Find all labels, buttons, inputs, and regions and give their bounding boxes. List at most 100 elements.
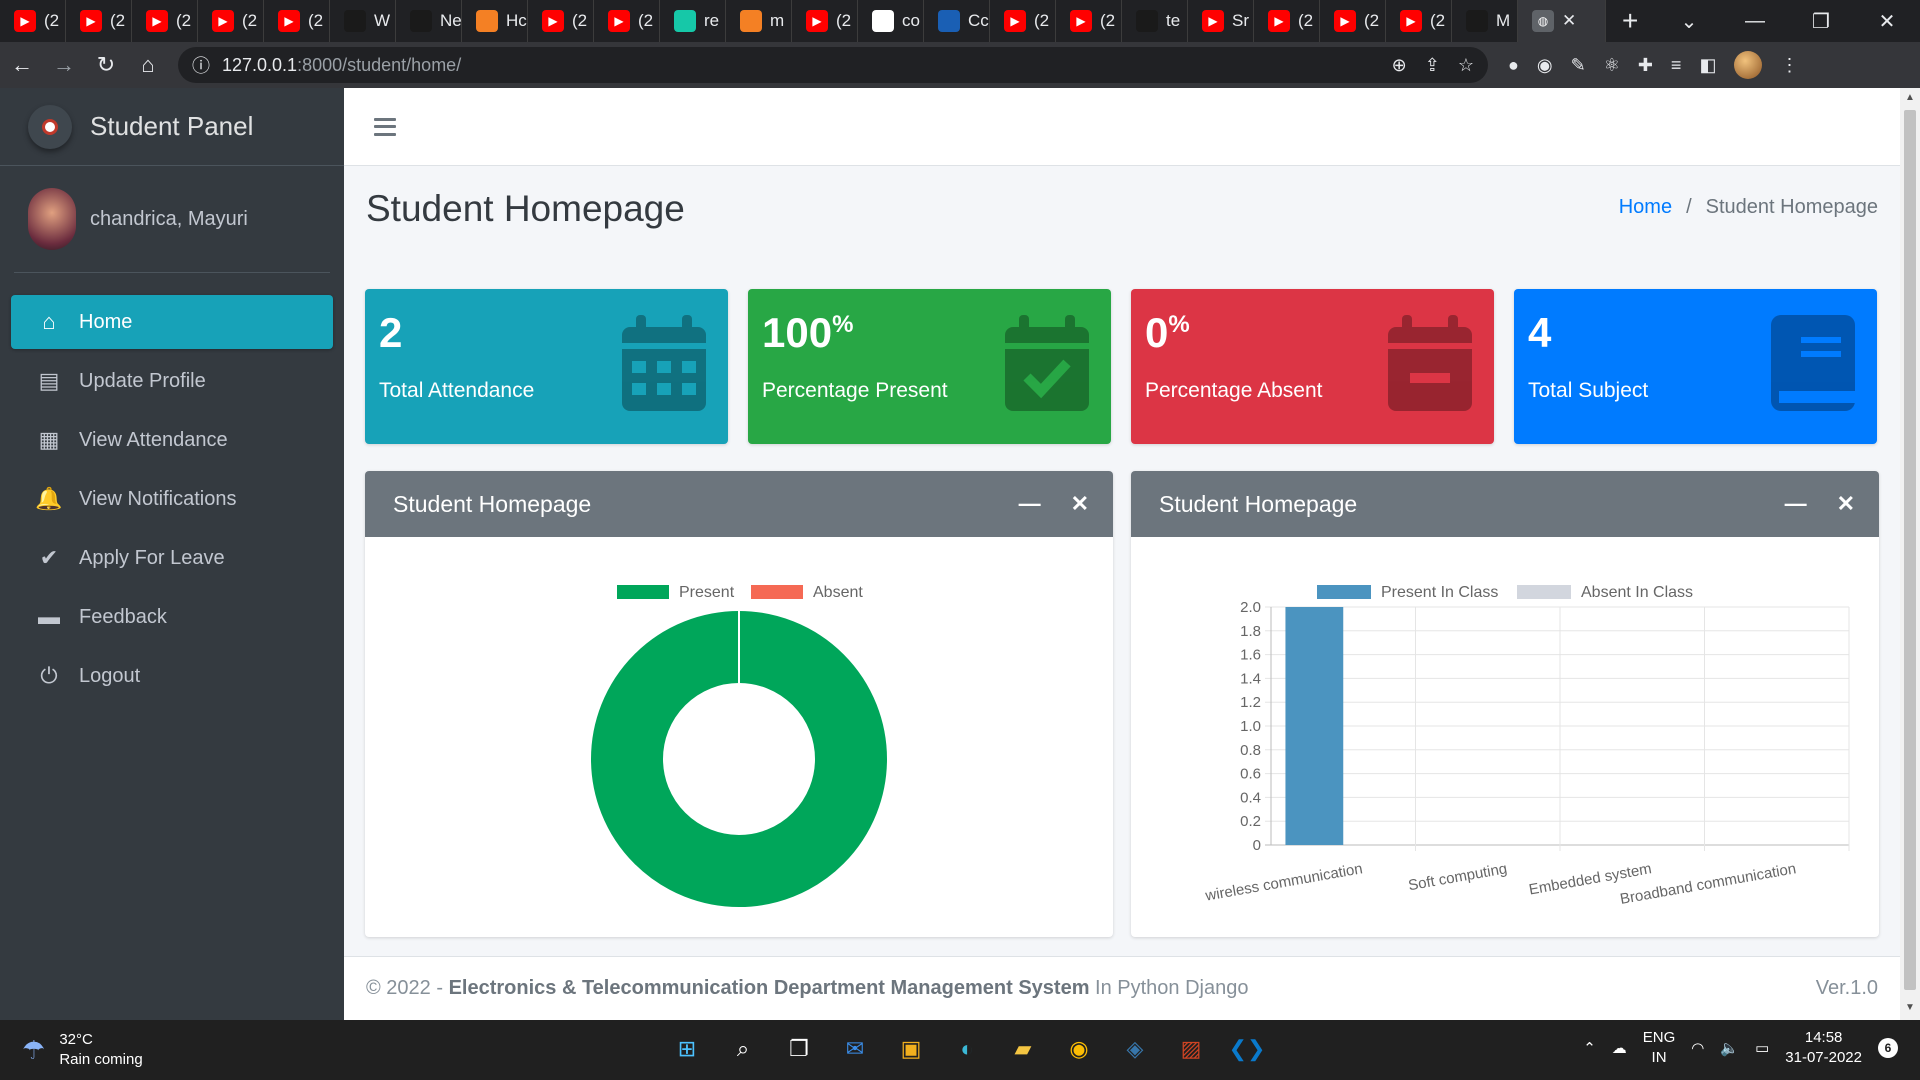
user-name[interactable]: chandrica, Mayuri <box>90 208 248 231</box>
main-content: Student Homepage Home / Student Homepage… <box>344 88 1900 1020</box>
browser-tab[interactable]: Cc <box>924 0 990 42</box>
browser-tab[interactable]: ▶ (2 <box>528 0 594 42</box>
browser-tab[interactable]: ▶ (2 <box>198 0 264 42</box>
minimize-window-button[interactable]: — <box>1722 0 1788 42</box>
browser-tab[interactable]: Hc <box>462 0 528 42</box>
file-explorer-icon[interactable]: ▰ <box>1002 1028 1044 1070</box>
browser-tab[interactable]: ▶ (2 <box>0 0 66 42</box>
y-tick-label: 1.0 <box>1240 718 1261 735</box>
browser-tab[interactable]: ▶ (2 <box>132 0 198 42</box>
close-window-button[interactable]: ✕ <box>1854 0 1920 42</box>
youtube-icon: ▶ <box>80 10 102 32</box>
browser-tab[interactable]: Ne <box>396 0 462 42</box>
browser-tab[interactable]: ▶ (2 <box>1386 0 1452 42</box>
zoom-icon[interactable]: ⊕ <box>1392 55 1407 76</box>
extensions-puzzle-icon[interactable]: ✚ <box>1638 55 1653 76</box>
side-panel-icon[interactable]: ◧ <box>1699 55 1716 76</box>
vscode-icon[interactable]: ❮❯ <box>1226 1028 1268 1070</box>
legend-label: Present <box>679 584 735 601</box>
browser-tab[interactable]: M <box>1452 0 1518 42</box>
tab-label: (2 <box>1034 11 1050 30</box>
media-control-icon[interactable]: ≡ <box>1671 55 1682 76</box>
address-bar[interactable]: ⓘ 127.0.0.1:8000/student/home/ ⊕ ⇪ ☆ <box>178 47 1488 83</box>
restore-window-button[interactable]: ❐ <box>1788 0 1854 42</box>
browser-tab[interactable]: ▶ (2 <box>990 0 1056 42</box>
store-icon[interactable]: ▣ <box>890 1028 932 1070</box>
close-icon[interactable]: ✕ <box>1071 491 1089 517</box>
minimize-icon[interactable]: — <box>1019 491 1041 517</box>
extension-icon[interactable]: ⚛ <box>1604 55 1620 76</box>
calendar-minus-icon <box>1388 315 1472 411</box>
edge-icon[interactable]: ◐ <box>946 1028 988 1070</box>
task-view-icon[interactable]: ❐ <box>778 1028 820 1070</box>
breadcrumb-home-link[interactable]: Home <box>1619 196 1672 219</box>
browser-tab[interactable]: ▶ (2 <box>792 0 858 42</box>
scroll-up-icon[interactable]: ▲ <box>1905 92 1915 103</box>
forward-button[interactable]: → <box>44 45 84 85</box>
weather-widget[interactable]: ☂ 32°C Rain coming <box>22 1030 143 1070</box>
extension-icon[interactable]: ◉ <box>1537 55 1553 76</box>
profile-avatar[interactable] <box>1734 51 1763 79</box>
legend-swatch <box>751 585 803 599</box>
browser-tab[interactable]: te <box>1122 0 1188 42</box>
browser-tab[interactable]: re <box>660 0 726 42</box>
menu-kebab-icon[interactable]: ⋮ <box>1780 55 1798 76</box>
share-icon[interactable]: ⇪ <box>1425 55 1440 76</box>
home-button[interactable]: ⌂ <box>128 45 168 85</box>
chrome-icon[interactable]: ◉ <box>1058 1028 1100 1070</box>
site-info-icon[interactable]: ⓘ <box>192 52 210 78</box>
browser-tab[interactable]: co <box>858 0 924 42</box>
calendar-icon <box>622 315 706 411</box>
browser-tab[interactable]: m <box>726 0 792 42</box>
back-button[interactable]: ← <box>2 45 42 85</box>
wifi-icon[interactable]: ◠ <box>1691 1039 1704 1057</box>
language-indicator[interactable]: ENG IN <box>1643 1028 1676 1068</box>
sidebar-item-home[interactable]: ⌂ Home <box>11 295 333 349</box>
bookmark-star-icon[interactable]: ☆ <box>1458 55 1474 76</box>
browser-tab[interactable]: ▶ (2 <box>1056 0 1122 42</box>
youtube-icon: ▶ <box>542 10 564 32</box>
brand-link[interactable]: Student Panel <box>0 88 344 166</box>
minimize-icon[interactable]: — <box>1785 491 1807 517</box>
tab-search-icon[interactable]: ⌄ <box>1656 0 1722 42</box>
sidebar-item-view-notifications[interactable]: 🔔 View Notifications <box>11 472 333 526</box>
page-scrollbar[interactable]: ▲ ▼ <box>1900 88 1920 1020</box>
new-tab-button[interactable]: + <box>1622 5 1638 37</box>
search-icon[interactable]: ⌕ <box>722 1028 764 1070</box>
clock[interactable]: 14:58 31-07-2022 <box>1785 1028 1862 1068</box>
sidebar-item-view-attendance[interactable]: ▦ View Attendance <box>11 413 333 467</box>
sidebar-item-logout[interactable]: ⏻ Logout <box>11 649 333 703</box>
sidebar-item-update-profile[interactable]: ▤ Update Profile <box>11 354 333 408</box>
tab-label: (2 <box>44 11 60 30</box>
browser-tab[interactable]: ▶ Sr <box>1188 0 1254 42</box>
tray-overflow-icon[interactable]: ⌃ <box>1583 1039 1596 1057</box>
windows-start-icon[interactable]: ⊞ <box>666 1028 708 1070</box>
weather-status: Rain coming <box>59 1051 143 1068</box>
browser-tab-active[interactable]: ◍ ✕ <box>1518 0 1606 42</box>
close-icon[interactable]: ✕ <box>1837 491 1855 517</box>
extension-icon[interactable]: ● <box>1508 55 1519 76</box>
rain-umbrella-icon: ☂ <box>22 1034 46 1065</box>
google-icon <box>872 10 894 32</box>
browser-tab[interactable]: W <box>330 0 396 42</box>
volume-icon[interactable]: 🔈 <box>1720 1039 1739 1057</box>
battery-icon[interactable]: ▭ <box>1755 1039 1769 1057</box>
powerpoint-icon[interactable]: ▨ <box>1170 1028 1212 1070</box>
sidebar-item-feedback[interactable]: ▬ Feedback <box>11 590 333 644</box>
notification-badge[interactable]: 6 <box>1878 1038 1898 1058</box>
hamburger-menu-icon[interactable] <box>374 117 396 136</box>
browser-tab[interactable]: ▶ (2 <box>594 0 660 42</box>
mail-icon[interactable]: ✉ <box>834 1028 876 1070</box>
scrollbar-thumb[interactable] <box>1904 110 1916 990</box>
browser-tab[interactable]: ▶ (2 <box>1254 0 1320 42</box>
browser-tab[interactable]: ▶ (2 <box>1320 0 1386 42</box>
sidebar-item-apply-for-leave[interactable]: ✔ Apply For Leave <box>11 531 333 585</box>
reload-button[interactable]: ↻ <box>86 45 126 85</box>
onedrive-icon[interactable]: ☁ <box>1612 1039 1627 1057</box>
scroll-down-icon[interactable]: ▼ <box>1905 1002 1915 1013</box>
close-tab-icon[interactable]: ✕ <box>1562 11 1576 31</box>
extension-icon[interactable]: ✎ <box>1571 55 1586 76</box>
browser-tab[interactable]: ▶ (2 <box>264 0 330 42</box>
browser-tab[interactable]: ▶ (2 <box>66 0 132 42</box>
python-icon[interactable]: ◈ <box>1114 1028 1156 1070</box>
